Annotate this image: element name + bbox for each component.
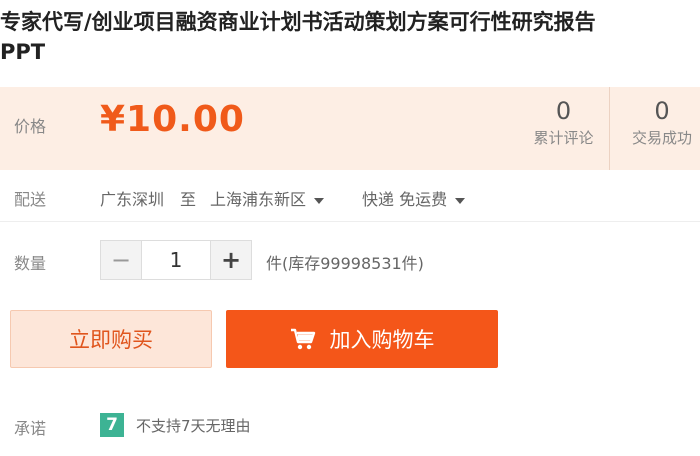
deals-count: 0 xyxy=(654,97,670,125)
promise-label: 承诺 xyxy=(14,419,47,438)
shipping-method-select[interactable]: 快递 免运费 xyxy=(362,186,466,210)
deals-stat: 0 交易成功 xyxy=(612,87,700,170)
ship-from: 广东深圳 xyxy=(100,190,165,209)
stock-info: 件(库存99998531件) xyxy=(266,254,424,273)
quantity-stepper: − + xyxy=(100,240,252,280)
promise-row: 承诺 7 不支持7天无理由 xyxy=(0,408,700,444)
price-value: ¥10.00 xyxy=(100,99,245,140)
shipping-row: 配送 广东深圳 至 上海浦东新区 快递 免运费 xyxy=(0,170,700,222)
reviews-count: 0 xyxy=(555,97,572,125)
shipping-label: 配送 xyxy=(14,190,47,209)
buy-now-label: 立即购买 xyxy=(69,328,153,352)
reviews-label: 累计评论 xyxy=(533,129,594,147)
destination-value: 上海浦东新区 xyxy=(210,190,307,209)
promise-text: 不支持7天无理由 xyxy=(136,417,251,435)
buy-now-button[interactable]: 立即购买 xyxy=(10,310,212,368)
add-to-cart-label: 加入购物车 xyxy=(329,328,435,352)
increase-button[interactable]: + xyxy=(211,241,251,279)
product-detail-panel: 专家代写/创业项目融资商业计划书活动策划方案可行性研究报告 PPT 价格 ¥10… xyxy=(0,0,700,456)
seven-day-badge-icon: 7 xyxy=(100,413,124,437)
product-title: 专家代写/创业项目融资商业计划书活动策划方案可行性研究报告 xyxy=(0,10,596,34)
add-to-cart-button[interactable]: 加入购物车 xyxy=(226,310,498,368)
decrease-button[interactable]: − xyxy=(101,241,141,279)
quantity-row: 数量 − + 件(库存99998531件) xyxy=(0,238,700,282)
price-label: 价格 xyxy=(14,117,47,136)
deals-label: 交易成功 xyxy=(631,129,692,147)
product-title-continued: PPT xyxy=(0,40,46,64)
quantity-label: 数量 xyxy=(14,254,47,273)
quantity-input[interactable] xyxy=(141,241,211,279)
caret-down-icon xyxy=(455,197,466,204)
destination-select[interactable]: 上海浦东新区 xyxy=(210,186,325,210)
shipping-method-value: 快递 免运费 xyxy=(362,190,448,209)
ship-to-word: 至 xyxy=(180,190,197,209)
reviews-stat[interactable]: 0 累计评论 xyxy=(518,87,610,170)
price-band: 价格 ¥10.00 0 累计评论 0 交易成功 xyxy=(0,87,700,170)
cart-icon xyxy=(290,328,315,350)
caret-down-icon xyxy=(314,197,325,204)
